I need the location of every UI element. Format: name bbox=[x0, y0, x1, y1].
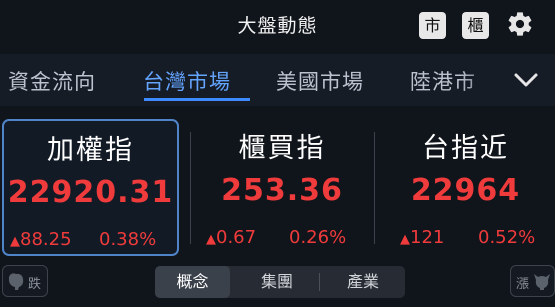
up-arrow-icon: ▲ bbox=[206, 232, 216, 247]
tab-fade bbox=[460, 54, 510, 106]
index-value: 253.36 bbox=[221, 173, 343, 208]
segment-divider bbox=[319, 273, 320, 291]
tab-taiwan-market[interactable]: 台灣市場 bbox=[143, 66, 231, 96]
index-change: ▲0.67 bbox=[206, 227, 257, 248]
segment-group[interactable]: 集團 bbox=[237, 266, 317, 298]
up-arrow-icon: ▲ bbox=[10, 234, 20, 249]
index-value: 22964 bbox=[410, 173, 521, 208]
index-change: ▲121 bbox=[400, 227, 445, 248]
up-arrow-icon: ▲ bbox=[400, 232, 410, 247]
rise-filter-button[interactable]: 漲 bbox=[510, 265, 555, 297]
header-bar: 大盤動態 市 櫃 bbox=[0, 0, 555, 54]
index-percent: 0.26% bbox=[289, 227, 347, 248]
chevron-down-icon[interactable] bbox=[510, 66, 542, 94]
index-percent: 0.52% bbox=[478, 227, 536, 248]
fall-label: 跌 bbox=[28, 277, 42, 292]
index-name: 加權指 bbox=[47, 135, 134, 166]
tab-money-flow[interactable]: 資金流向 bbox=[8, 66, 96, 96]
rise-label: 漲 bbox=[516, 277, 530, 292]
index-card-futures[interactable]: 台指近 22964 ▲121 0.52% bbox=[376, 119, 555, 252]
listed-market-button[interactable]: 市 bbox=[419, 12, 446, 39]
segment-industry[interactable]: 產業 bbox=[323, 266, 403, 298]
category-segment-control: 概念 集團 產業 bbox=[155, 266, 405, 298]
otc-market-button[interactable]: 櫃 bbox=[462, 12, 489, 39]
card-divider bbox=[374, 132, 375, 244]
bear-icon bbox=[9, 273, 24, 290]
active-tab-indicator bbox=[144, 98, 250, 101]
tab-us-market[interactable]: 美國市場 bbox=[276, 66, 364, 96]
bull-icon bbox=[534, 274, 550, 290]
card-divider bbox=[190, 132, 191, 244]
index-name: 台指近 bbox=[422, 133, 509, 164]
index-name: 櫃買指 bbox=[238, 133, 326, 164]
gear-icon[interactable] bbox=[506, 10, 534, 38]
segment-concept[interactable]: 概念 bbox=[155, 266, 230, 298]
index-value: 22920.31 bbox=[7, 175, 174, 210]
index-card-otc[interactable]: 櫃買指 253.36 ▲0.67 0.26% bbox=[192, 119, 372, 252]
fall-filter-button[interactable]: 跌 bbox=[2, 265, 48, 297]
index-change: ▲88.25 bbox=[10, 229, 72, 250]
index-card-taiex[interactable]: 加權指 22920.31 ▲88.25 0.38% bbox=[2, 119, 179, 256]
index-percent: 0.38% bbox=[99, 229, 157, 250]
